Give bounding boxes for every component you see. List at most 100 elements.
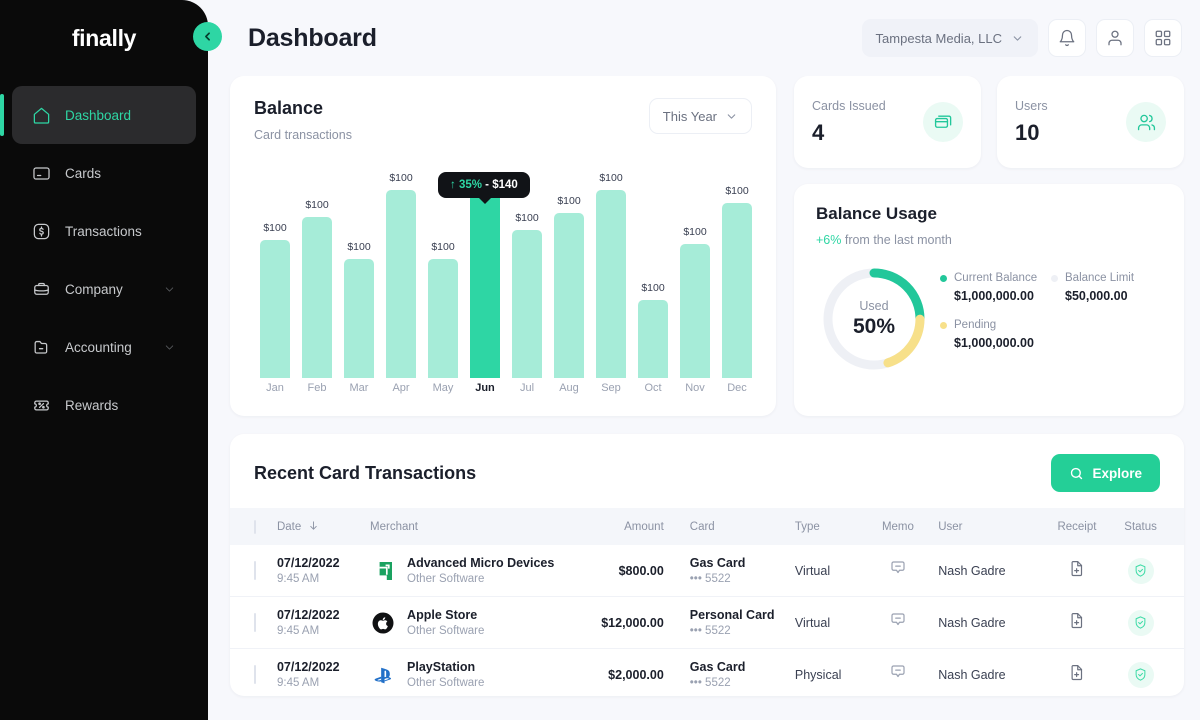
usage-legend: Current Balance$1,000,000.00Balance Limi… [940,272,1162,366]
table-row[interactable]: 07/12/20229:45 AMAdvanced Micro DevicesO… [230,545,1184,597]
balance-usage-card: Balance Usage +6% from the last month Us… [794,184,1184,416]
bar [722,203,752,378]
bar-column[interactable]: $100 [422,172,464,378]
notifications-button[interactable] [1048,19,1086,57]
bar-column[interactable]: $100 [632,172,674,378]
transaction-date: 07/12/2022 [277,608,354,622]
column-header-status[interactable]: Status [1113,508,1184,545]
bar-column[interactable]: $100 [338,172,380,378]
file-add-icon[interactable] [1068,663,1086,681]
usage-body: Used 50% Current Balance$1,000,000.00Bal… [816,261,1162,377]
period-select[interactable]: This Year [649,98,752,134]
folder-minus-icon [32,338,51,357]
bar-column[interactable]: $100 [380,172,422,378]
bar-column[interactable]: $100 [590,172,632,378]
bar [302,217,332,378]
card-name: Gas Card [690,660,779,674]
comment-icon[interactable] [889,559,907,577]
status-badge[interactable] [1128,558,1154,584]
legend-color-dot [940,275,947,282]
folder-minus-icon [32,338,51,357]
bar-value-label: $100 [347,241,370,253]
merchant-category: Other Software [407,677,484,689]
sidebar-item-label: Company [65,282,149,297]
column-label: Date [277,521,301,533]
card-last4: ••• 5522 [690,573,779,585]
home-icon [32,106,51,125]
merchant-cell: PlayStationOther Software [362,649,579,697]
bar-column[interactable]: $100 [254,172,296,378]
bar-column[interactable]: $100 [548,172,590,378]
explore-button[interactable]: Explore [1051,454,1160,492]
status-badge[interactable] [1128,610,1154,636]
column-header-receipt[interactable]: Receipt [1041,508,1113,545]
table-row[interactable]: 07/12/20229:45 AMPlayStationOther Softwa… [230,649,1184,697]
row-select-cell [230,545,269,597]
table-row[interactable]: 07/12/20229:45 AMApple StoreOther Softwa… [230,597,1184,649]
transactions-header: Recent Card Transactions Explore [230,434,1184,508]
bar-column[interactable]: $100 [674,172,716,378]
organization-selector[interactable]: Tampesta Media, LLC [862,19,1038,57]
file-add-icon [1068,663,1086,681]
bar-column[interactable]: $100 [506,172,548,378]
column-header-user[interactable]: User [930,508,1041,545]
apple-logo [370,610,396,636]
receipt-cell [1041,545,1113,597]
bar-value-label: $100 [725,185,748,197]
file-add-icon [1068,611,1086,629]
donut-used-label: Used [859,299,888,313]
row-checkbox[interactable] [254,613,256,632]
column-header-date[interactable]: Date [269,508,362,545]
select-all-checkbox[interactable] [254,520,256,534]
transaction-time: 9:45 AM [277,573,354,585]
file-add-icon[interactable] [1068,611,1086,629]
sidebar-item-company[interactable]: Company [12,260,196,318]
sidebar-item-cards[interactable]: Cards [12,144,196,202]
amd-logo [370,558,396,584]
column-header-type[interactable]: Type [787,508,866,545]
row-checkbox[interactable] [254,665,256,684]
date-cell: 07/12/20229:45 AM [269,545,362,597]
chevron-down-icon[interactable] [163,341,176,354]
x-axis-label: May [422,382,464,404]
transactions-title: Recent Card Transactions [254,463,476,484]
balance-chart-card: Balance Card transactions This Year $100… [230,76,776,416]
merchant-category: Other Software [407,573,554,585]
amount-cell: $2,000.00 [579,649,672,697]
tooltip-separator: - [482,179,492,191]
bar-column[interactable]: $100 [716,172,758,378]
sidebar-collapse-button[interactable] [193,22,222,51]
chevron-down-icon[interactable] [163,283,176,296]
sidebar-item-accounting[interactable]: Accounting [12,318,196,376]
apps-button[interactable] [1144,19,1182,57]
status-badge[interactable] [1128,662,1154,688]
bell-icon [1058,29,1076,47]
arrow-down-icon [308,520,319,531]
file-add-icon[interactable] [1068,559,1086,577]
column-header-amount[interactable]: Amount [579,508,672,545]
type-cell: Virtual [787,597,866,649]
column-header-card[interactable]: Card [672,508,787,545]
column-header-memo[interactable]: Memo [866,508,931,545]
sidebar-item-label: Dashboard [65,108,176,123]
x-axis-label: Jul [506,382,548,404]
explore-label: Explore [1092,466,1142,481]
memo-cell [866,597,931,649]
account-button[interactable] [1096,19,1134,57]
card-icon [32,164,51,183]
sidebar-item-transactions[interactable]: Transactions [12,202,196,260]
sidebar-item-rewards[interactable]: Rewards [12,376,196,434]
comment-icon[interactable] [889,663,907,681]
bar-column[interactable]: $100 [296,172,338,378]
file-add-icon [1068,559,1086,577]
row-checkbox[interactable] [254,561,256,580]
column-header-merchant[interactable]: Merchant [362,508,579,545]
bar-value-label: $100 [599,172,622,184]
card-name: Personal Card [690,608,779,622]
organization-name: Tampesta Media, LLC [876,31,1002,46]
bar-value-label: $100 [389,172,412,184]
ticket-percent-icon [32,396,51,415]
period-label: This Year [663,109,717,124]
comment-icon[interactable] [889,611,907,629]
sidebar-item-dashboard[interactable]: Dashboard [12,86,196,144]
